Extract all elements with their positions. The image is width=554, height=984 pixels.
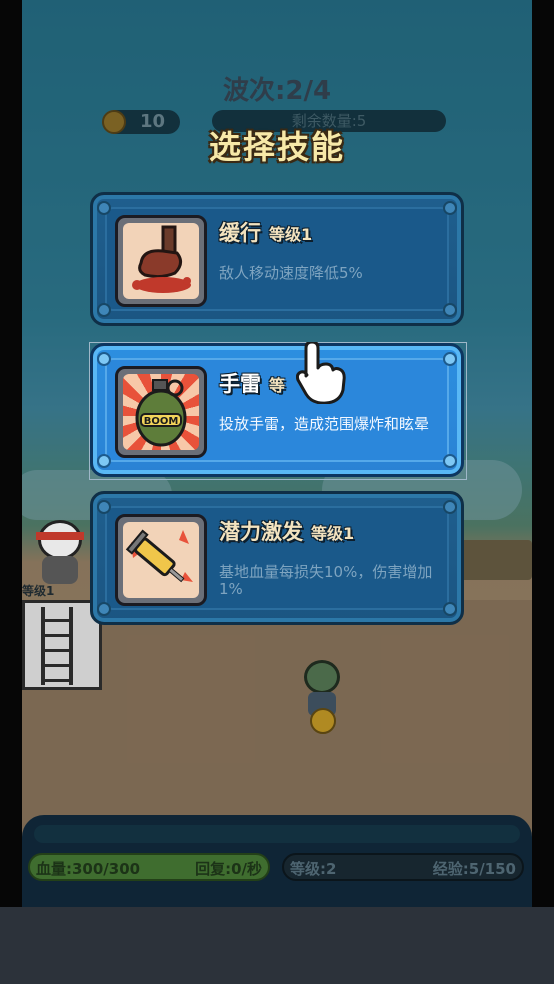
skill-level: 等 <box>269 376 286 395</box>
tap-hand-icon <box>295 340 346 408</box>
skill-name: 手雷等 <box>219 372 286 396</box>
experience-bar <box>34 825 520 843</box>
dialog-title: 选择技能 <box>208 128 345 166</box>
skill-description: 基地血量每损失10%，伤害增加1% <box>219 563 433 598</box>
zombie-enemy <box>300 660 344 734</box>
rivet <box>97 352 111 366</box>
skill-name: 潜力激发 等级1 <box>219 520 355 544</box>
grenade-icon: BOOM <box>115 366 207 458</box>
skill-level: 等级1 <box>311 524 355 543</box>
regen-label: 回复:0/秒 <box>195 860 262 878</box>
rivet <box>443 352 457 366</box>
tower-level-label: 等级1 <box>22 584 55 598</box>
panda-soldier <box>32 520 88 584</box>
skill-description: 投放手雷，造成范围爆炸和眩晕 <box>219 415 430 433</box>
syringe-icon <box>115 514 207 606</box>
rivet <box>97 500 111 514</box>
skill-level: 等级1 <box>269 225 313 244</box>
skill-card-potential[interactable]: 潜力激发 等级1 基地血量每损失10%，伤害增加1% <box>90 491 464 625</box>
exp-label: 经验:5/150 <box>432 860 516 878</box>
skill-name: 缓行 等级1 <box>219 221 313 245</box>
skill-card-slow[interactable]: 缓行 等级1 敌人移动速度降低5% <box>90 192 464 326</box>
rivet <box>97 201 111 215</box>
svg-text:BOOM: BOOM <box>144 416 179 427</box>
skill-description: 敌人移动速度降低5% <box>219 264 363 282</box>
rivet <box>97 303 111 317</box>
bottom-hud: 血量:300/300 回复:0/秒 等级:2 经验:5/150 <box>22 815 532 907</box>
rivet <box>97 602 111 616</box>
health-label: 血量:300/300 <box>36 860 141 878</box>
skill-card-grenade[interactable]: BOOM 手雷等 投放手雷，造成范围爆炸和眩晕 <box>90 343 464 477</box>
health-bar: 血量:300/300 回复:0/秒 <box>28 853 270 881</box>
rivet <box>443 201 457 215</box>
rivet <box>443 602 457 616</box>
level-label: 等级:2 <box>290 860 337 878</box>
rivet <box>443 303 457 317</box>
rivet <box>443 454 457 468</box>
level-bar: 等级:2 经验:5/150 <box>282 853 524 881</box>
rivet <box>443 500 457 514</box>
rivet <box>97 454 111 468</box>
boot-slow-icon <box>115 215 207 307</box>
wave-counter: 波次:2/4 <box>222 76 332 106</box>
